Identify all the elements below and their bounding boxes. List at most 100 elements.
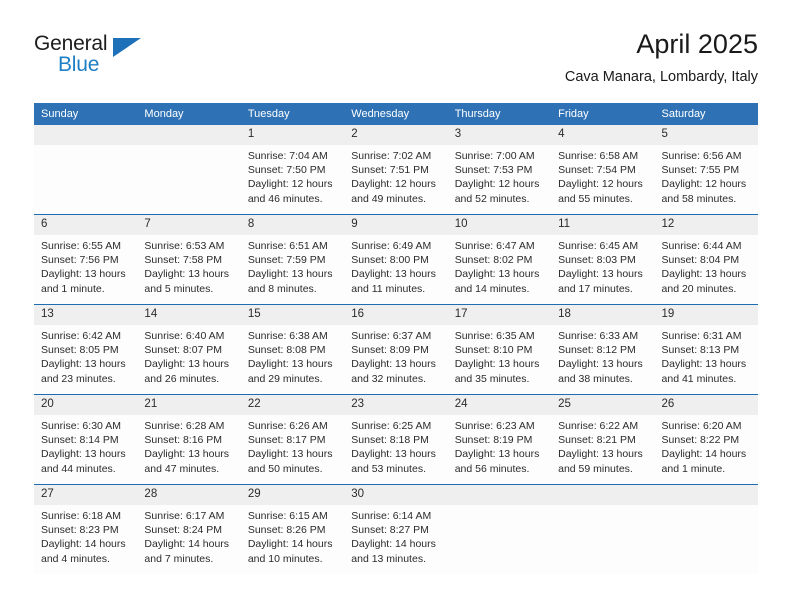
day-number: 28 [137, 485, 241, 505]
daylight-text-line2: and 8 minutes. [247, 282, 317, 295]
calendar-day-cell[interactable]: 28 Sunrise: 6:17 AM Sunset: 8:24 PM Dayligh… [137, 484, 241, 574]
day-cell-inner: 4 Sunrise: 6:58 AM Sunset: 7:54 PM Daylight… [551, 125, 655, 214]
day-details: Sunrise: 6:56 AM Sunset: 7:55 PM Daylight:… [655, 145, 758, 206]
daylight-text-line1: Daylight: 12 hours [661, 178, 747, 191]
day-number: 6 [34, 215, 138, 235]
daylight-text-line1: Daylight: 13 hours [661, 358, 747, 371]
day-number: 26 [654, 395, 758, 415]
calendar-day-cell[interactable]: 7 Sunrise: 6:53 AM Sunset: 7:58 PM Daylight… [137, 214, 241, 305]
day-cell-inner: 14 Sunrise: 6:40 AM Sunset: 8:07 PM Dayligh… [137, 305, 241, 394]
sunrise-text: Sunrise: 6:51 AM [247, 240, 328, 252]
daylight-text-line2: and 46 minutes. [247, 192, 323, 205]
page-subtitle: Cava Manara, Lombardy, Italy [564, 69, 758, 85]
daylight-text-line1: Daylight: 13 hours [247, 358, 333, 371]
day-cell-inner: 13 Sunrise: 6:42 AM Sunset: 8:05 PM Dayligh… [34, 305, 138, 394]
day-cell-inner: 3 Sunrise: 7:00 AM Sunset: 7:53 PM Daylight… [447, 125, 552, 214]
daylight-text-line1: Daylight: 14 hours [351, 538, 436, 551]
calendar-day-cell[interactable]: 21 Sunrise: 6:28 AM Sunset: 8:16 PM Dayligh… [137, 394, 241, 485]
sunset-text: Sunset: 8:03 PM [558, 254, 636, 267]
day-cell-inner: 20 Sunrise: 6:30 AM Sunset: 8:14 PM Dayligh… [34, 395, 138, 484]
day-cell-inner: 26 Sunrise: 6:20 AM Sunset: 8:22 PM Dayligh… [654, 395, 758, 484]
calendar-day-cell[interactable]: 25 Sunrise: 6:22 AM Sunset: 8:21 PM Dayligh… [551, 394, 655, 485]
calendar-day-cell-empty [34, 125, 138, 215]
day-cell-inner: 28 Sunrise: 6:17 AM Sunset: 8:24 PM Dayligh… [137, 485, 241, 574]
calendar-week-row: 6 Sunrise: 6:55 AM Sunset: 7:56 PM Daylight… [34, 214, 758, 305]
calendar-day-cell[interactable]: 3 Sunrise: 7:00 AM Sunset: 7:53 PM Daylight… [447, 125, 552, 215]
sunset-text: Sunset: 7:59 PM [247, 254, 326, 267]
day-cell-inner: 25 Sunrise: 6:22 AM Sunset: 8:21 PM Dayligh… [551, 395, 655, 484]
day-number: 9 [344, 215, 448, 235]
day-details: Sunrise: 6:55 AM Sunset: 7:56 PM Daylight:… [34, 235, 137, 296]
daylight-text-line2: and 53 minutes. [351, 462, 426, 475]
calendar-day-cell[interactable]: 22 Sunrise: 6:26 AM Sunset: 8:17 PM Dayligh… [240, 394, 345, 485]
calendar-day-cell[interactable]: 24 Sunrise: 6:23 AM Sunset: 8:19 PM Dayligh… [447, 394, 552, 485]
calendar-day-cell[interactable]: 2 Sunrise: 7:02 AM Sunset: 7:51 PM Daylight… [344, 125, 448, 215]
sunset-text: Sunset: 8:23 PM [41, 524, 119, 537]
weekday-header-tuesday: Tuesday [240, 103, 345, 125]
day-cell-inner: 19 Sunrise: 6:31 AM Sunset: 8:13 PM Dayligh… [654, 305, 758, 394]
calendar-day-cell[interactable]: 10 Sunrise: 6:47 AM Sunset: 8:02 PM Dayligh… [447, 214, 552, 305]
daylight-text-line2: and 35 minutes. [454, 372, 530, 385]
daylight-text-line1: Daylight: 12 hours [558, 178, 643, 191]
calendar-day-cell[interactable]: 5 Sunrise: 6:56 AM Sunset: 7:55 PM Daylight… [654, 125, 758, 215]
calendar-day-cell[interactable]: 19 Sunrise: 6:31 AM Sunset: 8:13 PM Dayligh… [654, 304, 758, 395]
day-number: 17 [447, 305, 552, 325]
weekday-header-thursday: Thursday [447, 103, 552, 125]
daylight-text-line1: Daylight: 13 hours [454, 448, 540, 461]
calendar-day-cell[interactable]: 20 Sunrise: 6:30 AM Sunset: 8:14 PM Dayligh… [34, 394, 138, 485]
daylight-text-line2: and 49 minutes. [351, 192, 426, 205]
day-cell-inner: 21 Sunrise: 6:28 AM Sunset: 8:16 PM Dayligh… [137, 395, 241, 484]
daylight-text-line2: and 58 minutes. [661, 192, 737, 205]
calendar-day-cell[interactable]: 16 Sunrise: 6:37 AM Sunset: 8:09 PM Dayligh… [344, 304, 448, 395]
generalblue-logo[interactable]: General Blue [34, 32, 154, 82]
day-number: 14 [137, 305, 241, 325]
day-number: 2 [344, 125, 448, 145]
calendar-day-cell[interactable]: 30 Sunrise: 6:14 AM Sunset: 8:27 PM Dayligh… [344, 484, 448, 574]
sunset-text: Sunset: 8:08 PM [247, 344, 326, 357]
day-details: Sunrise: 6:18 AM Sunset: 8:23 PM Daylight:… [34, 505, 137, 566]
calendar-day-cell[interactable]: 14 Sunrise: 6:40 AM Sunset: 8:07 PM Dayligh… [137, 304, 241, 395]
day-details: Sunrise: 6:53 AM Sunset: 7:58 PM Daylight:… [137, 235, 240, 296]
sunset-text: Sunset: 8:09 PM [351, 344, 429, 357]
daylight-text-line1: Daylight: 13 hours [247, 448, 333, 461]
day-number: 7 [137, 215, 241, 235]
day-number: 16 [344, 305, 448, 325]
day-details: Sunrise: 6:30 AM Sunset: 8:14 PM Daylight:… [34, 415, 137, 476]
calendar-day-cell[interactable]: 26 Sunrise: 6:20 AM Sunset: 8:22 PM Dayligh… [654, 394, 758, 485]
calendar-day-cell[interactable]: 9 Sunrise: 6:49 AM Sunset: 8:00 PM Daylight… [344, 214, 448, 305]
daylight-text-line2: and 55 minutes. [558, 192, 633, 205]
day-number [137, 125, 241, 145]
calendar-day-cell[interactable]: 4 Sunrise: 6:58 AM Sunset: 7:54 PM Daylight… [551, 125, 655, 215]
calendar-day-cell[interactable]: 6 Sunrise: 6:55 AM Sunset: 7:56 PM Daylight… [34, 214, 138, 305]
day-number: 8 [240, 215, 345, 235]
day-cell-inner: 10 Sunrise: 6:47 AM Sunset: 8:02 PM Dayligh… [447, 215, 552, 304]
day-details: Sunrise: 6:25 AM Sunset: 8:18 PM Daylight:… [344, 415, 447, 476]
day-number: 19 [654, 305, 758, 325]
weekday-header-sunday: Sunday [34, 103, 138, 125]
calendar-day-cell[interactable]: 8 Sunrise: 6:51 AM Sunset: 7:59 PM Daylight… [240, 214, 345, 305]
calendar-day-cell[interactable]: 15 Sunrise: 6:38 AM Sunset: 8:08 PM Dayligh… [240, 304, 345, 395]
calendar-day-cell[interactable]: 13 Sunrise: 6:42 AM Sunset: 8:05 PM Dayligh… [34, 304, 138, 395]
calendar-week-row: 20 Sunrise: 6:30 AM Sunset: 8:14 PM Dayligh… [34, 394, 758, 485]
daylight-text-line2: and 44 minutes. [41, 462, 116, 475]
day-details: Sunrise: 6:15 AM Sunset: 8:26 PM Daylight:… [241, 505, 344, 566]
calendar-week-row: 27 Sunrise: 6:18 AM Sunset: 8:23 PM Dayligh… [34, 484, 758, 574]
calendar-day-cell[interactable]: 17 Sunrise: 6:35 AM Sunset: 8:10 PM Dayligh… [447, 304, 552, 395]
calendar-day-cell[interactable]: 18 Sunrise: 6:33 AM Sunset: 8:12 PM Dayligh… [551, 304, 655, 395]
sunrise-text: Sunrise: 6:38 AM [247, 330, 328, 342]
sunset-text: Sunset: 7:55 PM [661, 164, 740, 177]
sunset-text: Sunset: 8:16 PM [144, 434, 223, 447]
calendar-day-cell[interactable]: 11 Sunrise: 6:45 AM Sunset: 8:03 PM Dayligh… [551, 214, 655, 305]
calendar-day-cell[interactable]: 29 Sunrise: 6:15 AM Sunset: 8:26 PM Dayligh… [240, 484, 345, 574]
calendar-day-cell[interactable]: 27 Sunrise: 6:18 AM Sunset: 8:23 PM Dayligh… [34, 484, 138, 574]
day-number [551, 485, 655, 505]
calendar-week-row: 1 Sunrise: 7:04 AM Sunset: 7:50 PM Daylight… [34, 125, 758, 215]
day-number: 13 [34, 305, 138, 325]
calendar-day-cell[interactable]: 12 Sunrise: 6:44 AM Sunset: 8:04 PM Dayligh… [654, 214, 758, 305]
calendar-table: Sunday Monday Tuesday Wednesday Thursday… [34, 103, 758, 574]
sunset-text: Sunset: 8:21 PM [558, 434, 636, 447]
calendar-day-cell[interactable]: 23 Sunrise: 6:25 AM Sunset: 8:18 PM Dayligh… [344, 394, 448, 485]
calendar-day-cell[interactable]: 1 Sunrise: 7:04 AM Sunset: 7:50 PM Daylight… [240, 125, 345, 215]
daylight-text-line1: Daylight: 13 hours [351, 448, 436, 461]
day-details: Sunrise: 6:38 AM Sunset: 8:08 PM Daylight:… [241, 325, 344, 386]
